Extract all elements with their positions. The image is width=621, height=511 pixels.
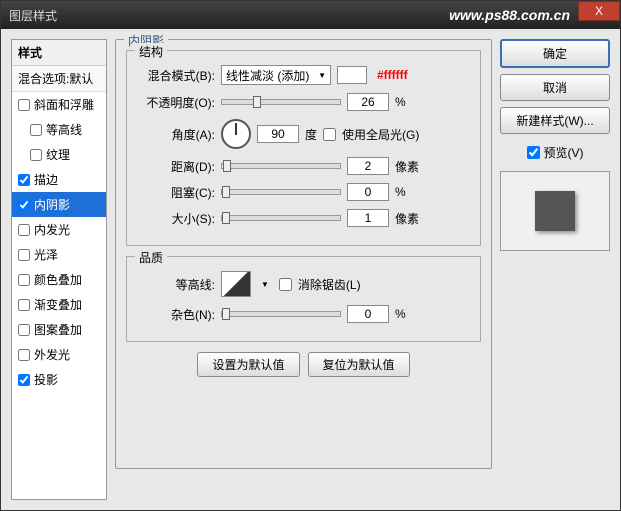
size-label: 大小(S): <box>137 210 215 227</box>
angle-dial[interactable] <box>221 119 251 149</box>
styles-header: 样式 <box>12 40 106 66</box>
choke-slider[interactable] <box>221 189 341 195</box>
global-light-checkbox[interactable] <box>323 128 336 141</box>
cancel-button[interactable]: 取消 <box>500 74 610 101</box>
opacity-input[interactable]: 26 <box>347 93 389 111</box>
preview-box <box>500 171 610 251</box>
style-checkbox[interactable] <box>18 199 30 211</box>
style-checkbox[interactable] <box>18 299 30 311</box>
set-default-button[interactable]: 设置为默认值 <box>197 352 299 377</box>
opacity-slider[interactable] <box>221 99 341 105</box>
style-checkbox[interactable] <box>18 174 30 186</box>
layer-style-dialog: 图层样式 www.ps88.com.cn X 样式 混合选项:默认 斜面和浮雕等… <box>0 0 621 511</box>
noise-input[interactable]: 0 <box>347 305 389 323</box>
style-checkbox[interactable] <box>18 224 30 236</box>
style-checkbox[interactable] <box>30 124 42 136</box>
style-item-5[interactable]: 内发光 <box>12 217 106 242</box>
color-swatch[interactable] <box>337 66 367 84</box>
contour-picker[interactable] <box>221 271 251 297</box>
structure-title: 结构 <box>135 43 167 60</box>
style-checkbox[interactable] <box>18 249 30 261</box>
style-item-label: 渐变叠加 <box>34 296 82 313</box>
quality-title: 品质 <box>135 249 167 266</box>
style-item-label: 颜色叠加 <box>34 271 82 288</box>
main-panel: 内阴影 结构 混合模式(B): 线性减淡 (添加) ▼ #ffffff 不透明度… <box>115 39 492 500</box>
style-checkbox[interactable] <box>18 374 30 386</box>
angle-unit: 度 <box>305 126 317 143</box>
quality-group: 品质 等高线: ▼ 消除锯齿(L) 杂色(N): 0 % <box>126 256 481 342</box>
style-item-6[interactable]: 光泽 <box>12 242 106 267</box>
style-item-11[interactable]: 投影 <box>12 367 106 392</box>
chevron-down-icon: ▼ <box>318 71 326 80</box>
blend-mode-label: 混合模式(B): <box>137 67 215 84</box>
style-item-1[interactable]: 等高线 <box>12 117 106 142</box>
preview-swatch <box>535 191 575 231</box>
ok-button[interactable]: 确定 <box>500 39 610 68</box>
watermark-url: www.ps88.com.cn <box>449 7 570 23</box>
angle-input[interactable]: 90 <box>257 125 299 143</box>
noise-label: 杂色(N): <box>137 306 215 323</box>
choke-unit: % <box>395 185 406 199</box>
antialias-label: 消除锯齿(L) <box>298 276 361 293</box>
style-item-9[interactable]: 图案叠加 <box>12 317 106 342</box>
right-panel: 确定 取消 新建样式(W)... 预览(V) <box>500 39 610 500</box>
antialias-checkbox[interactable] <box>279 278 292 291</box>
size-unit: 像素 <box>395 210 419 227</box>
blend-options-row[interactable]: 混合选项:默认 <box>12 66 106 92</box>
color-hex: #ffffff <box>377 68 408 82</box>
global-light-label: 使用全局光(G) <box>342 126 419 143</box>
style-checkbox[interactable] <box>18 349 30 361</box>
styles-list: 样式 混合选项:默认 斜面和浮雕等高线纹理描边内阴影内发光光泽颜色叠加渐变叠加图… <box>11 39 107 500</box>
style-checkbox[interactable] <box>18 99 30 111</box>
opacity-label: 不透明度(O): <box>137 94 215 111</box>
style-item-label: 等高线 <box>46 121 82 138</box>
style-checkbox[interactable] <box>18 324 30 336</box>
window-title: 图层样式 <box>9 7 57 24</box>
style-item-label: 描边 <box>34 171 58 188</box>
distance-slider[interactable] <box>221 163 341 169</box>
style-item-7[interactable]: 颜色叠加 <box>12 267 106 292</box>
style-item-label: 纹理 <box>46 146 70 163</box>
style-item-10[interactable]: 外发光 <box>12 342 106 367</box>
distance-label: 距离(D): <box>137 158 215 175</box>
titlebar: 图层样式 www.ps88.com.cn X <box>1 1 620 29</box>
style-item-label: 内发光 <box>34 221 70 238</box>
style-item-label: 图案叠加 <box>34 321 82 338</box>
preview-label: 预览(V) <box>544 144 584 161</box>
structure-group: 结构 混合模式(B): 线性减淡 (添加) ▼ #ffffff 不透明度(O): <box>126 50 481 246</box>
style-item-label: 内阴影 <box>34 196 70 213</box>
distance-input[interactable]: 2 <box>347 157 389 175</box>
style-checkbox[interactable] <box>18 274 30 286</box>
style-item-label: 外发光 <box>34 346 70 363</box>
preview-checkbox[interactable] <box>527 146 540 159</box>
style-item-label: 光泽 <box>34 246 58 263</box>
angle-label: 角度(A): <box>137 126 215 143</box>
opacity-unit: % <box>395 95 406 109</box>
style-item-label: 斜面和浮雕 <box>34 96 94 113</box>
style-item-4[interactable]: 内阴影 <box>12 192 106 217</box>
new-style-button[interactable]: 新建样式(W)... <box>500 107 610 134</box>
noise-unit: % <box>395 307 406 321</box>
style-item-2[interactable]: 纹理 <box>12 142 106 167</box>
choke-label: 阻塞(C): <box>137 184 215 201</box>
distance-unit: 像素 <box>395 158 419 175</box>
reset-default-button[interactable]: 复位为默认值 <box>308 352 410 377</box>
chevron-down-icon[interactable]: ▼ <box>261 280 269 289</box>
close-button[interactable]: X <box>578 1 620 21</box>
style-item-label: 投影 <box>34 371 58 388</box>
blend-mode-combo[interactable]: 线性减淡 (添加) ▼ <box>221 65 331 85</box>
size-slider[interactable] <box>221 215 341 221</box>
style-checkbox[interactable] <box>30 149 42 161</box>
contour-label: 等高线: <box>137 276 215 293</box>
style-item-8[interactable]: 渐变叠加 <box>12 292 106 317</box>
style-item-3[interactable]: 描边 <box>12 167 106 192</box>
size-input[interactable]: 1 <box>347 209 389 227</box>
noise-slider[interactable] <box>221 311 341 317</box>
choke-input[interactable]: 0 <box>347 183 389 201</box>
style-item-0[interactable]: 斜面和浮雕 <box>12 92 106 117</box>
